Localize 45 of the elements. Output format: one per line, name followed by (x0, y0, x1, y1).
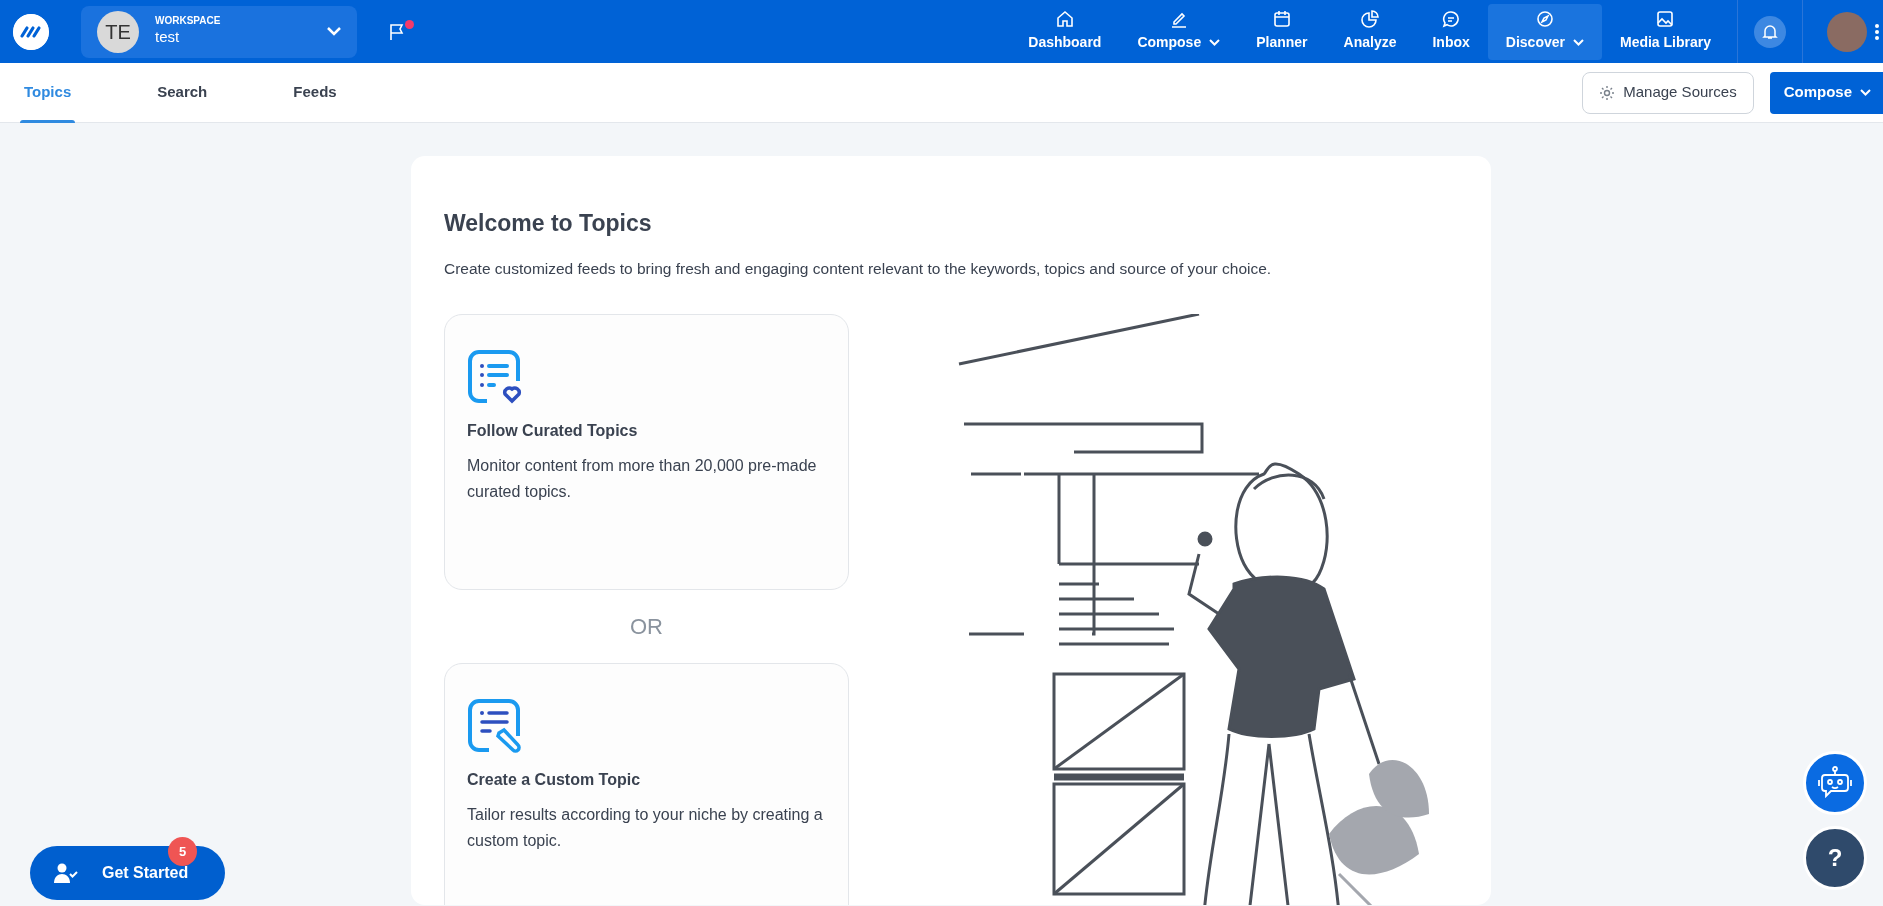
option-title: Follow Curated Topics (467, 420, 639, 441)
nav-item[interactable]: Compose (1119, 0, 1239, 63)
robot-icon (1817, 766, 1853, 800)
nav-item[interactable]: Discover (1487, 3, 1602, 60)
chevron-icon (327, 27, 341, 36)
nav-item[interactable]: Planner (1238, 0, 1326, 63)
or-separator: OR (629, 612, 664, 641)
tab[interactable]: Feeds (269, 62, 361, 123)
calendar-icon (1272, 10, 1291, 28)
compose-button[interactable]: Compose (1769, 71, 1883, 114)
nav-item[interactable]: Analyze (1325, 0, 1415, 63)
workspace-avatar: TE (97, 10, 139, 53)
flag-icon[interactable] (389, 23, 405, 42)
workspace-selector[interactable]: TE WORKSPACE test (81, 5, 357, 58)
list-pencil-icon (467, 697, 523, 754)
caret-icon (1860, 89, 1871, 96)
notifications-button[interactable] (1754, 15, 1786, 48)
option-card[interactable]: Follow Curated Topics Monitor content from more than 20,000 pre-made curated topics. (444, 313, 849, 590)
more-options-icon[interactable] (1875, 23, 1879, 40)
pencil-icon (1169, 10, 1188, 28)
logo-icon[interactable] (13, 13, 49, 50)
compass-icon (1535, 10, 1554, 28)
nav-item[interactable]: Dashboard (1010, 0, 1120, 63)
chat-icon (1442, 10, 1461, 28)
option-card[interactable]: Create a Custom Topic Tailor results according to your niche by creating a custom topic. (444, 662, 849, 905)
option-description: Tailor results according to your niche by creating a custom topic. (467, 804, 824, 852)
option-title: Create a Custom Topic (467, 769, 642, 790)
list-heart-icon (467, 348, 523, 405)
bell-icon (1762, 23, 1778, 40)
welcome-title: Welcome to Topics (444, 209, 653, 238)
manage-sources-button[interactable]: Manage Sources (1582, 71, 1754, 114)
workspace-label: WORKSPACE (155, 14, 222, 26)
tab[interactable]: Topics (0, 62, 96, 123)
workspace-name: test (155, 26, 181, 47)
pie-chart-icon (1361, 10, 1379, 28)
option-description: Monitor content from more than 20,000 pre-made curated topics. (467, 455, 818, 503)
settings-icon (1599, 84, 1616, 101)
tab[interactable]: Search (133, 62, 232, 123)
user-check-icon (54, 863, 78, 883)
nav-item[interactable]: Media Library (1601, 0, 1729, 63)
home-icon (1055, 10, 1074, 28)
help-button[interactable]: ? (1803, 826, 1867, 890)
image-icon (1656, 10, 1675, 28)
nav-item[interactable]: Inbox (1414, 0, 1488, 63)
welcome-description: Create customized feeds to bring fresh and engaging content relevant to the keywords, topics and source of your choice. (444, 258, 1273, 279)
